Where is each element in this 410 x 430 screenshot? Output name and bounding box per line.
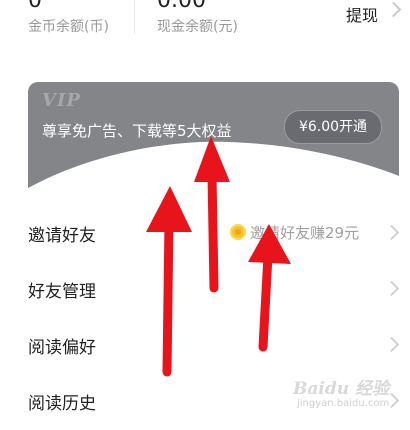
chevron-right-icon <box>383 336 400 353</box>
coin-icon <box>230 224 246 240</box>
menu-item-invite-friends[interactable]: 邀请好友 邀请好友赚29元 <box>0 205 410 261</box>
balance-header: 0 金币余额(币) 0.00 现金余额(元) 提现 <box>0 0 410 50</box>
cash-balance-label: 现金余额(元) <box>157 19 238 35</box>
coin-balance-label: 金币余额(币) <box>28 19 109 35</box>
baidu-watermark: Baidu 经验 jingyan.baidu.com <box>293 374 405 414</box>
withdraw-button[interactable]: 提现 <box>346 2 378 26</box>
menu-item-reading-preference[interactable]: 阅读偏好 <box>0 317 410 373</box>
menu-item-label: 邀请好友 <box>28 226 96 246</box>
watermark-main: Baidu 经验 <box>293 379 390 399</box>
menu-item-friend-management[interactable]: 好友管理 <box>0 261 410 317</box>
menu-item-label: 阅读历史 <box>28 394 96 414</box>
menu-item-label: 好友管理 <box>28 282 96 302</box>
menu-item-label: 阅读偏好 <box>28 338 96 358</box>
vip-activate-button[interactable]: ¥6.00开通 <box>284 110 382 144</box>
cash-balance-value: 0.00 <box>157 0 206 13</box>
chevron-right-icon <box>383 280 400 297</box>
vip-logo: VIP <box>42 90 81 111</box>
coin-balance-value: 0 <box>28 0 42 13</box>
vip-benefits-text: 尊享免广告、下载等5大权益 <box>42 122 232 140</box>
vip-banner[interactable]: VIP 尊享免广告、下载等5大权益 ¥6.00开通 <box>28 82 399 192</box>
chevron-right-icon <box>385 1 402 18</box>
chevron-right-icon <box>383 224 400 241</box>
invite-promo-text: 邀请好友赚29元 <box>250 224 360 242</box>
watermark-url: jingyan.baidu.com <box>297 398 390 409</box>
balance-divider <box>134 0 135 34</box>
